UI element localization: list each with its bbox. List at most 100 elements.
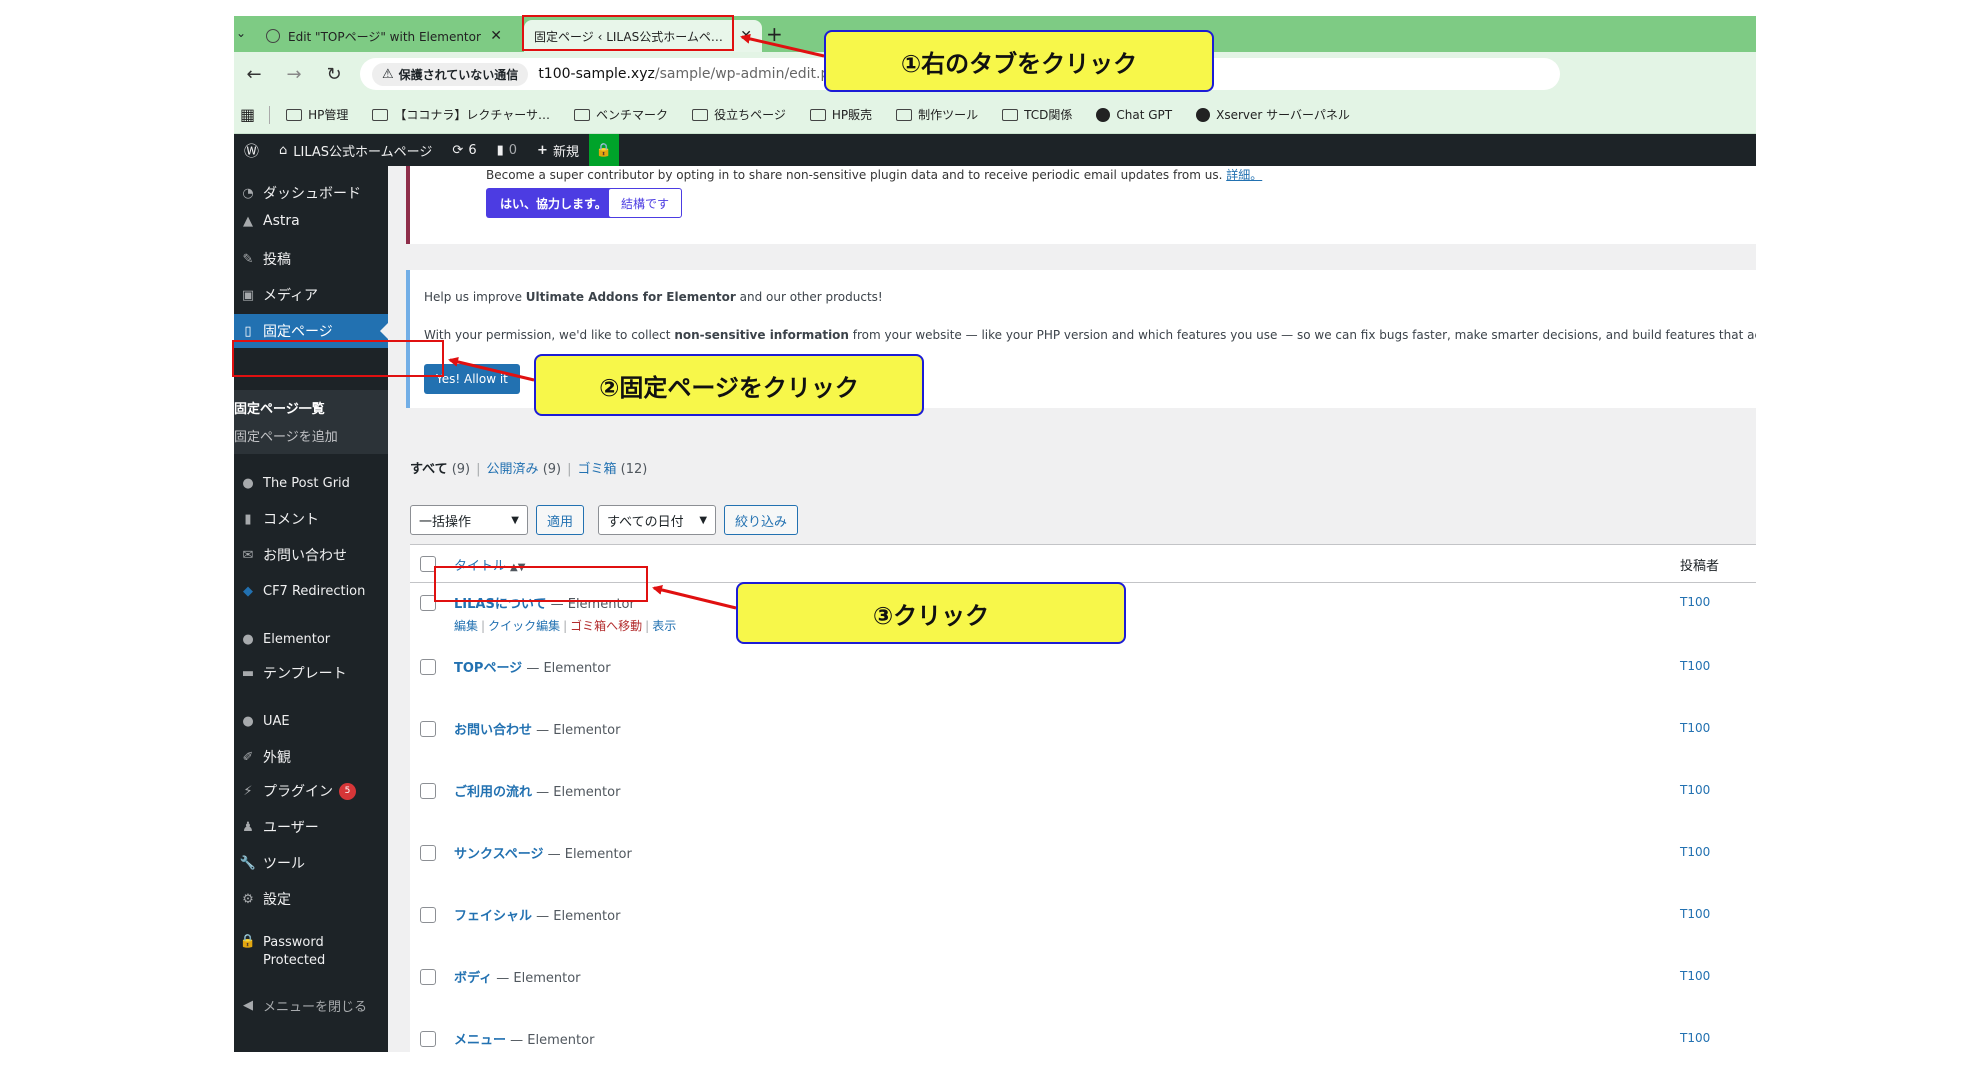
bulk-action-select[interactable]: 一括操作 ▼: [410, 505, 528, 535]
back-icon[interactable]: ←: [234, 64, 274, 85]
author-link[interactable]: T100: [1680, 969, 1710, 983]
filter-published[interactable]: 公開済み: [487, 462, 539, 477]
close-icon[interactable]: ✕: [740, 28, 752, 44]
callout-step1: ①右のタブをクリック: [824, 30, 1214, 92]
sidebar-item-password-protected[interactable]: 🔒 Password Protected: [234, 930, 388, 974]
forward-icon[interactable]: →: [274, 64, 314, 85]
new-content-link[interactable]: + 新規: [527, 134, 589, 166]
plus-icon: +: [537, 142, 548, 158]
sidebar-item-contact[interactable]: ✉ お問い合わせ: [234, 538, 388, 572]
status-filter-links: すべて (9) | 公開済み (9) | ゴミ箱 (12): [410, 458, 647, 477]
security-chip[interactable]: ⚠ 保護されていない通信: [372, 62, 529, 86]
sidebar-collapse-button[interactable]: ◀ メニューを閉じる: [234, 988, 388, 1022]
bookmark-item[interactable]: 制作ツール: [896, 106, 978, 123]
row-checkbox[interactable]: [420, 721, 436, 737]
sidebar-item-plugins[interactable]: ⚡ プラグイン 5: [234, 774, 388, 808]
page-title-link[interactable]: ご利用の流れ: [454, 785, 532, 800]
filter-button[interactable]: 絞り込み: [724, 505, 799, 535]
tab-search-icon[interactable]: ⌄: [236, 26, 246, 40]
filter-all[interactable]: すべて: [410, 462, 448, 477]
row-checkbox[interactable]: [420, 659, 436, 675]
sidebar-item-media[interactable]: ▣ メディア: [234, 278, 388, 312]
sidebar-item-label: 投稿: [263, 252, 291, 268]
sidebar-item-comments[interactable]: ▮ コメント: [234, 502, 388, 536]
bookmark-item[interactable]: 役立ちページ: [692, 106, 786, 123]
sidebar-item-tools[interactable]: 🔧 ツール: [234, 846, 388, 880]
highlight-row-title: [434, 566, 648, 602]
page-title-link[interactable]: TOPページ: [454, 661, 522, 676]
updates-link[interactable]: ⟳ 6: [442, 134, 486, 166]
sidebar-item-posts[interactable]: ✎ 投稿: [234, 242, 388, 276]
sidebar-item-label: UAE: [263, 713, 290, 729]
row-checkbox[interactable]: [420, 783, 436, 799]
folder-icon: [286, 108, 303, 121]
author-link[interactable]: T100: [1680, 659, 1710, 673]
author-link[interactable]: T100: [1680, 907, 1710, 921]
author-link[interactable]: T100: [1680, 1031, 1710, 1045]
sidebar-item-uae[interactable]: ● UAE: [234, 704, 388, 738]
new-tab-button[interactable]: +: [766, 22, 783, 46]
sidebar-item-elementor[interactable]: ● Elementor: [234, 622, 388, 656]
page-title-link[interactable]: サンクスページ: [454, 847, 543, 862]
callout-step2: ②固定ページをクリック: [534, 354, 924, 416]
sidebar-item-post-grid[interactable]: ● The Post Grid: [234, 466, 388, 500]
bookmark-item[interactable]: HP管理: [286, 106, 348, 123]
date-filter-select[interactable]: すべての日付 ▼: [598, 505, 717, 535]
view-link[interactable]: 表示: [652, 619, 676, 633]
row-checkbox[interactable]: [420, 969, 436, 985]
author-link[interactable]: T100: [1680, 721, 1710, 735]
bookmark-item[interactable]: ベンチマーク: [574, 106, 668, 123]
apply-button[interactable]: 適用: [536, 505, 585, 535]
author-link[interactable]: T100: [1680, 845, 1710, 859]
page-title-link[interactable]: フェイシャル: [454, 909, 532, 924]
decline-button[interactable]: 結構です: [608, 188, 683, 218]
sidebar-item-astra[interactable]: ▲ Astra: [234, 204, 388, 238]
reload-icon[interactable]: ↻: [314, 64, 354, 85]
xserver-icon: [1196, 107, 1211, 122]
sidebar-item-appearance[interactable]: ✐ 外観: [234, 740, 388, 774]
apps-grid-icon[interactable]: ▦: [240, 105, 255, 124]
divider: |: [567, 462, 572, 477]
lock-icon[interactable]: 🔒: [588, 134, 619, 166]
comments-link[interactable]: ▮ 0: [487, 134, 527, 166]
sidebar-item-cf7-redirection[interactable]: ◆ CF7 Redirection: [234, 574, 388, 608]
page-title-link[interactable]: メニュー: [454, 1033, 506, 1048]
row-checkbox[interactable]: [420, 845, 436, 861]
wordpress-logo-icon[interactable]: Ⓦ: [234, 134, 269, 166]
author-link[interactable]: T100: [1680, 595, 1710, 609]
row-checkbox[interactable]: [420, 1031, 436, 1047]
page-title-link[interactable]: お問い合わせ: [454, 723, 532, 738]
folder-icon: [896, 108, 913, 121]
close-icon[interactable]: ✕: [490, 28, 502, 44]
quick-edit-link[interactable]: クイック編集: [488, 619, 560, 633]
sidebar-item-label: CF7 Redirection: [263, 583, 366, 599]
sidebar-item-users[interactable]: ♟ ユーザー: [234, 810, 388, 844]
submenu-all-pages[interactable]: 固定ページ一覧: [234, 398, 325, 417]
bookmark-item[interactable]: Chat GPT: [1096, 107, 1172, 122]
refresh-icon: ⟳: [452, 142, 464, 158]
sidebar-item-templates[interactable]: ▬ テンプレート: [234, 656, 388, 690]
sidebar-item-settings[interactable]: ⚙ 設定: [234, 882, 388, 916]
sidebar-item-label: Password Protected: [263, 934, 325, 970]
opt-in-button[interactable]: はい、協力します。: [486, 188, 621, 218]
page-title-link[interactable]: ボディ: [454, 971, 492, 986]
bookmark-item[interactable]: TCD関係: [1002, 106, 1072, 123]
author-link[interactable]: T100: [1680, 783, 1710, 797]
details-link[interactable]: 詳細。: [1226, 168, 1262, 182]
divider: |: [645, 619, 650, 633]
table-row: TOPページ — Elementor T100: [410, 647, 1756, 707]
edit-link[interactable]: 編集: [454, 619, 478, 633]
bookmark-item[interactable]: HP販売: [809, 106, 872, 123]
submenu-add-page[interactable]: 固定ページを追加: [234, 426, 338, 445]
tab-elementor-edit[interactable]: Edit "TOPページ" with Elementor ✕: [256, 20, 512, 52]
row-checkbox[interactable]: [420, 907, 436, 923]
filter-trash[interactable]: ゴミ箱: [578, 462, 617, 477]
bookmark-item[interactable]: Xserver サーバーパネル: [1196, 106, 1350, 123]
row-title: サンクスページ — Elementor: [454, 843, 632, 862]
count: (12): [620, 462, 648, 477]
bookmark-item[interactable]: 【ココナラ】レクチャーサ…: [372, 106, 550, 123]
text-part: With your permission, we'd like to colle…: [424, 328, 675, 342]
site-name-link[interactable]: ⌂ LILAS公式ホームページ: [269, 134, 442, 166]
trash-link[interactable]: ゴミ箱へ移動: [570, 619, 642, 633]
brush-icon: ✐: [242, 749, 254, 765]
